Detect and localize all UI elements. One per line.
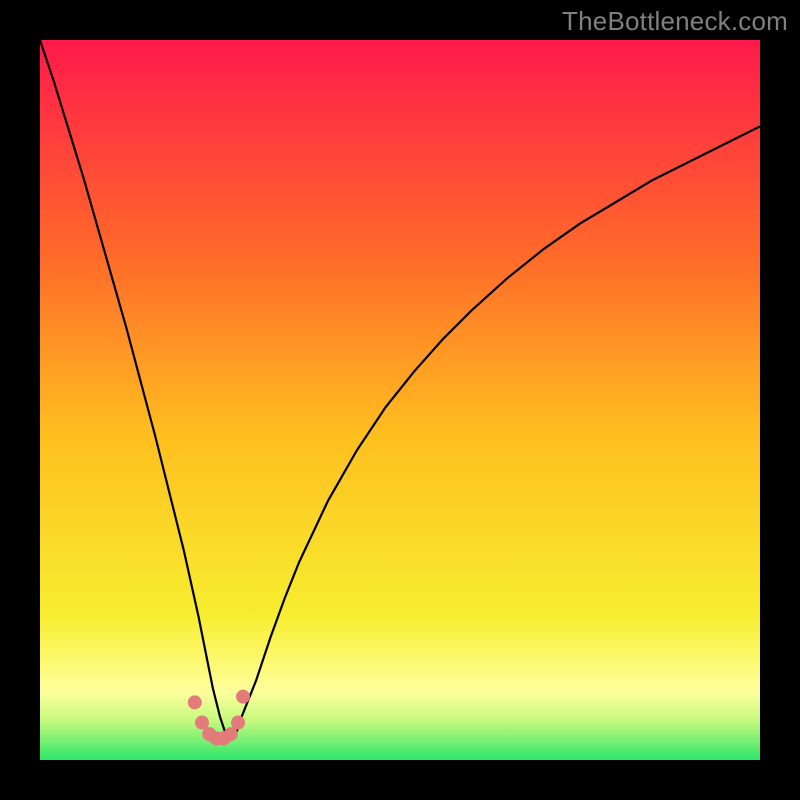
chart-container: TheBottleneck.com — [0, 0, 800, 800]
curve-marker — [231, 716, 245, 730]
curve-marker — [188, 695, 202, 709]
curve-marker — [236, 690, 250, 704]
watermark-text: TheBottleneck.com — [562, 6, 788, 37]
plot-background — [40, 40, 760, 760]
curve-marker — [224, 727, 238, 741]
bottleneck-curve-plot — [0, 0, 800, 800]
curve-marker — [195, 716, 209, 730]
